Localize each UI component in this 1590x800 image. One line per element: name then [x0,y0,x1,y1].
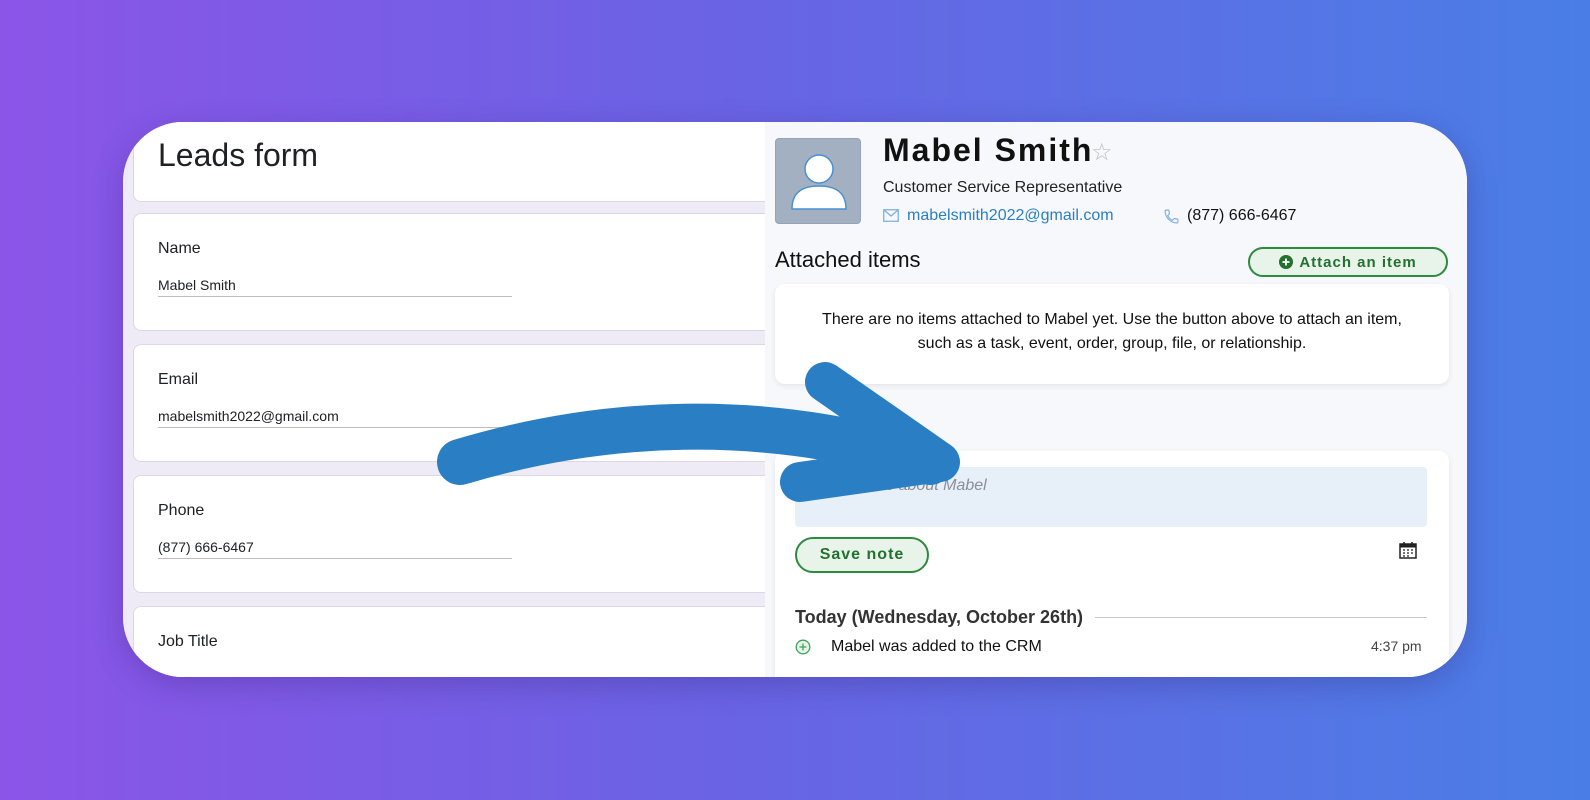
email-label: Email [158,371,199,388]
contact-job-title: Customer Service Representative [883,179,1123,196]
day-heading: Today (Wednesday, October 26th) [795,607,1427,628]
job-title-field-card: Job Title [133,606,773,677]
person-icon [791,154,847,210]
plus-circle-icon [1279,255,1294,269]
calendar-icon[interactable] [1399,541,1417,559]
leads-form-panel: Leads form Name Mabel Smith Email mabels… [123,122,773,677]
email-field-card: Email mabelsmith2022@gmail.com [133,344,773,462]
contact-email-link[interactable]: mabelsmith2022@gmail.com [907,207,1114,225]
main-card: Leads form Name Mabel Smith Email mabels… [123,122,1467,677]
form-header-card: Leads form [133,122,773,202]
crm-contact-panel: Mabel Smith ☆ Customer Service Represent… [765,122,1467,677]
activity-text: Mabel was added to the CRM [831,638,1042,655]
name-label: Name [158,240,201,257]
job-title-label: Job Title [158,633,218,650]
attach-item-button[interactable]: Attach an item [1248,247,1448,277]
phone-field-card: Phone (877) 666-6467 [133,475,773,593]
plus-circle-icon [795,639,811,655]
attach-item-label: Attach an item [1299,253,1417,271]
name-input[interactable]: Mabel Smith [158,277,512,297]
day-heading-text: Today (Wednesday, October 26th) [795,607,1084,627]
phone-icon [1164,209,1179,224]
phone-input[interactable]: (877) 666-6467 [158,539,512,559]
attached-items-empty-state: There are no items attached to Mabel yet… [775,284,1449,384]
form-title: Leads form [158,137,319,173]
phone-label: Phone [158,502,205,519]
name-field-card: Name Mabel Smith [133,213,773,331]
note-input[interactable] [795,467,1427,527]
attached-items-heading: Attached items [775,247,921,272]
empty-state-line-2: such as a task, event, order, group, fil… [917,335,1307,352]
contact-name: Mabel Smith [883,132,1094,168]
day-heading-divider [1095,617,1427,618]
star-icon[interactable]: ☆ [1091,138,1113,167]
mail-icon [883,209,899,222]
notes-panel: Save note Today (Wednesday, October 26th… [775,451,1449,677]
empty-state-line-1: There are no items attached to Mabel yet… [822,311,1402,328]
email-input[interactable]: mabelsmith2022@gmail.com [158,408,512,428]
avatar [775,138,861,224]
activity-time: 4:37 pm [1371,638,1422,654]
contact-phone[interactable]: (877) 666-6467 [1187,207,1296,225]
save-note-button[interactable]: Save note [795,537,929,573]
